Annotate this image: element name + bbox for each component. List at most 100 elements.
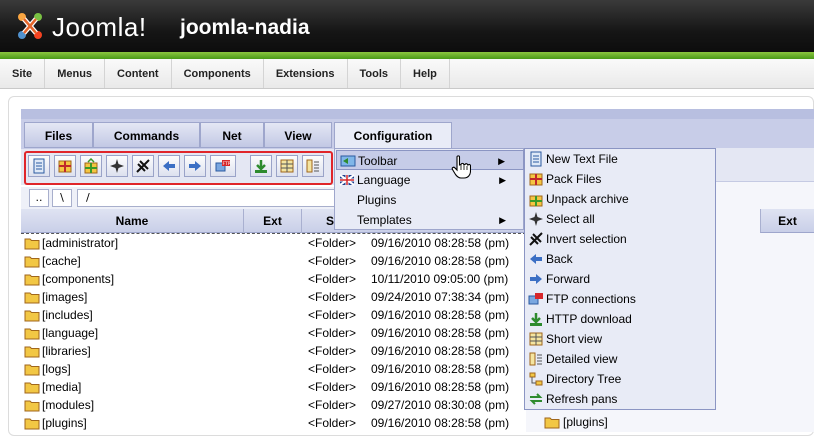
file-date: 09/16/2010 08:28:58 (pm) [371, 380, 510, 394]
toolbar-icon [340, 155, 356, 167]
table-row[interactable]: [administrator] <Folder> 09/16/2010 08:2… [21, 234, 526, 252]
submenu-item-new-text-file[interactable]: New Text File [525, 149, 715, 169]
menu-item-templates[interactable]: Templates ▶ [336, 210, 524, 230]
select-all-button[interactable] [106, 155, 128, 177]
submenu-item-http-download[interactable]: HTTP download [525, 309, 715, 329]
file-name: [libraries] [42, 344, 91, 358]
admin-menu-bar: Site Menus Content Components Extensions… [0, 59, 814, 89]
file-name: [plugins] [42, 416, 87, 430]
current-path-field[interactable]: / [77, 189, 335, 207]
file-name: [cache] [42, 254, 81, 268]
menu-item-toolbar[interactable]: Toolbar ▶ [336, 150, 524, 170]
menu-help[interactable]: Help [401, 59, 450, 88]
forward-button[interactable] [184, 155, 206, 177]
submenu-item-detailed-view[interactable]: Detailed view [525, 349, 715, 369]
file-name: [media] [42, 380, 82, 394]
site-name[interactable]: joomla-nadia [180, 16, 310, 40]
http-download-button[interactable] [250, 155, 272, 177]
submenu-item-forward[interactable]: Forward [525, 269, 715, 289]
parent-directory-button[interactable]: .. [29, 189, 49, 207]
submenu-item-pack-files[interactable]: Pack Files [525, 169, 715, 189]
column-size[interactable]: S [302, 209, 334, 233]
file-date: 09/16/2010 08:28:58 (pm) [371, 308, 510, 322]
folder-icon [24, 382, 40, 394]
pack-files-button[interactable] [54, 155, 76, 177]
submenu-item-directory-tree[interactable]: Directory Tree [525, 369, 715, 389]
submenu-item-short-view[interactable]: Short view [525, 329, 715, 349]
submenu-item-select-all[interactable]: Select all [525, 209, 715, 229]
column-ext[interactable]: Ext [244, 209, 302, 233]
menu-extensions[interactable]: Extensions [264, 59, 348, 88]
file-type: <Folder> [308, 308, 357, 322]
menu-menus[interactable]: Menus [45, 59, 106, 88]
file-name: [plugins] [563, 415, 608, 429]
submenu-arrow-icon: ▶ [499, 215, 506, 225]
detailed-view-icon [529, 352, 542, 366]
invert-selection-button[interactable] [132, 155, 154, 177]
right-column-ext[interactable]: Ext [760, 209, 814, 233]
submenu-item-label: FTP connections [546, 292, 636, 306]
detailed-view-button[interactable] [302, 155, 324, 177]
submenu-item-unpack-archive[interactable]: Unpack archive [525, 189, 715, 209]
hand-pointer-cursor-icon [451, 155, 471, 179]
table-row[interactable]: [media] <Folder> 09/16/2010 08:28:58 (pm… [21, 378, 526, 396]
ftp-connections-button[interactable]: FTP [210, 155, 236, 177]
table-row[interactable]: [cache] <Folder> 09/16/2010 08:28:58 (pm… [21, 252, 526, 270]
svg-text:FTP: FTP [223, 161, 231, 167]
table-row[interactable]: [logs] <Folder> 09/16/2010 08:28:58 (pm) [21, 360, 526, 378]
column-name[interactable]: Name [21, 209, 244, 233]
table-row[interactable]: [modules] <Folder> 09/27/2010 08:30:08 (… [21, 396, 526, 414]
unpack-archive-icon [84, 158, 98, 174]
back-icon [163, 161, 175, 171]
menu-content[interactable]: Content [105, 59, 172, 88]
submenu-arrow-icon: ▶ [499, 175, 506, 185]
root-directory-button[interactable]: \ [52, 189, 72, 207]
pack-files-icon [529, 173, 543, 186]
table-row[interactable]: [language] <Folder> 09/16/2010 08:28:58 … [21, 324, 526, 342]
tab-configuration[interactable]: Configuration [334, 122, 452, 149]
select-all-icon [529, 212, 543, 226]
submenu-item-ftp-connections[interactable]: FTP connections [525, 289, 715, 309]
brand-name[interactable]: Joomla! [52, 12, 147, 43]
file-date: 09/16/2010 08:28:58 (pm) [371, 344, 510, 358]
tab-net[interactable]: Net [200, 122, 264, 148]
table-row[interactable]: [components] <Folder> 10/11/2010 09:05:0… [21, 270, 526, 288]
menu-site[interactable]: Site [0, 59, 46, 88]
folder-icon [24, 400, 40, 412]
submenu-item-refresh-pans[interactable]: Refresh pans [525, 389, 715, 409]
table-row[interactable]: [includes] <Folder> 09/16/2010 08:28:58 … [21, 306, 526, 324]
menu-components[interactable]: Components [172, 59, 264, 88]
menu-item-language[interactable]: Language ▶ [336, 170, 524, 190]
submenu-item-label: Short view [546, 332, 603, 346]
file-type: <Folder> [308, 398, 357, 412]
file-name: [modules] [42, 398, 95, 412]
tab-view[interactable]: View [264, 122, 332, 148]
short-view-button[interactable] [276, 155, 298, 177]
file-date: 09/16/2010 08:28:58 (pm) [371, 236, 510, 250]
file-name: [logs] [42, 362, 71, 376]
submenu-item-invert-selection[interactable]: Invert selection [525, 229, 715, 249]
ftp-connections-icon: FTP [215, 160, 231, 172]
back-button[interactable] [158, 155, 180, 177]
table-row[interactable]: [libraries] <Folder> 09/16/2010 08:28:58… [21, 342, 526, 360]
new-text-file-button[interactable] [28, 155, 50, 177]
folder-icon [24, 274, 40, 286]
submenu-item-label: Unpack archive [546, 192, 629, 206]
folder-icon [24, 346, 40, 358]
submenu-item-back[interactable]: Back [525, 249, 715, 269]
new-text-file-icon [530, 151, 542, 167]
configuration-menu: Toolbar ▶ Language ▶ Plugins Templates ▶ [334, 148, 524, 230]
new-text-file-icon [33, 158, 45, 174]
tab-commands[interactable]: Commands [93, 122, 200, 148]
short-view-icon [280, 159, 294, 173]
table-row[interactable]: [plugins] <Folder> 09/16/2010 08:28:58 (… [21, 414, 526, 432]
menu-tools[interactable]: Tools [348, 59, 402, 88]
menu-item-plugins[interactable]: Plugins [336, 190, 524, 210]
table-row[interactable]: [images] <Folder> 09/24/2010 07:38:34 (p… [21, 288, 526, 306]
tab-files[interactable]: Files [24, 122, 93, 148]
folder-icon [24, 328, 40, 340]
file-date: 09/24/2010 07:38:34 (pm) [371, 290, 510, 304]
file-date: 10/11/2010 09:05:00 (pm) [371, 272, 509, 286]
joomla-logo-icon [18, 13, 42, 39]
unpack-archive-button[interactable] [80, 155, 102, 177]
